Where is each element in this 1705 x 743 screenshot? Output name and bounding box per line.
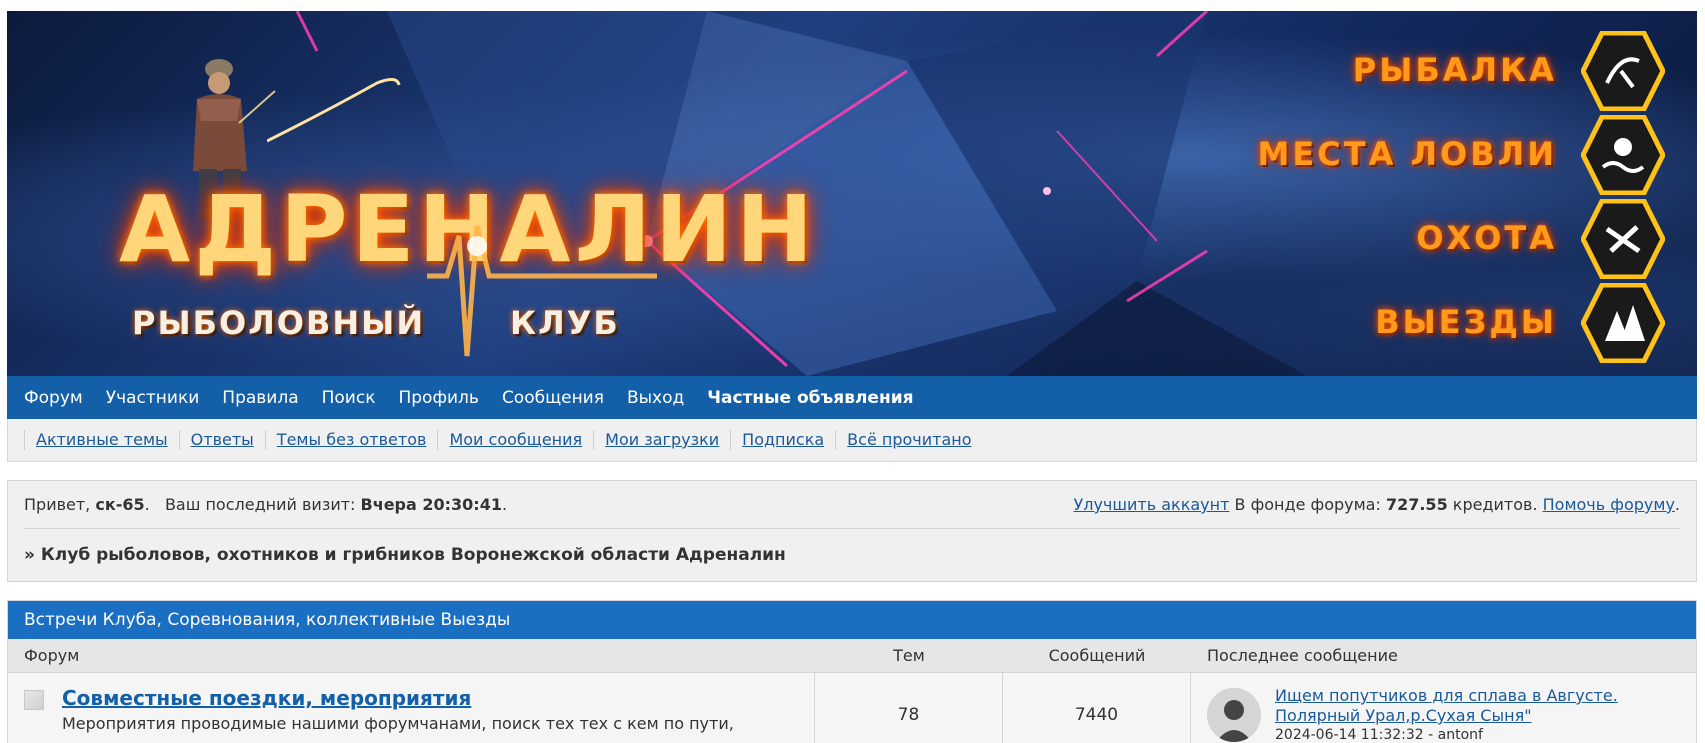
heartbeat-pulse-icon — [427, 225, 657, 357]
nav-private-ads[interactable]: Частные объявления — [707, 388, 913, 408]
last-post-cell: Ищем попутчиков для сплава в Августе. По… — [1191, 673, 1696, 743]
fund-amount: 727.55 — [1385, 495, 1448, 514]
banner-nav: РЫБАЛКА МЕСТА ЛОВЛИ ОХОТА ВЫЕЗДЫ — [1235, 29, 1675, 365]
welcome-box: Привет, ск-65. Ваш последний визит: Вчер… — [7, 480, 1697, 582]
forum-category: Встречи Клуба, Соревнования, коллективны… — [7, 600, 1697, 743]
subnav-my-posts[interactable]: Мои сообщения — [437, 430, 593, 450]
col-forum: Форум — [24, 646, 80, 665]
nav-messages[interactable]: Сообщения — [502, 388, 604, 408]
nav-search[interactable]: Поиск — [322, 388, 376, 408]
banner-nav-trips[interactable]: ВЫЕЗДЫ — [1235, 281, 1675, 365]
banner-nav-label: ОХОТА — [1416, 219, 1557, 257]
nav-logout[interactable]: Выход — [627, 388, 684, 408]
nav-rules[interactable]: Правила — [222, 388, 298, 408]
avatar[interactable] — [1207, 688, 1261, 742]
logo-subtitle-right: КЛУБ — [510, 304, 620, 342]
subnav-replies[interactable]: Ответы — [178, 430, 265, 450]
subnav-mark-all-read[interactable]: Всё прочитано — [835, 430, 982, 450]
fund-label: В фонде форума: — [1229, 495, 1386, 514]
subnav-unanswered[interactable]: Темы без ответов — [264, 430, 438, 450]
username: ск-65 — [95, 495, 145, 514]
logo-subtitle-left: РЫБОЛОВНЫЙ — [132, 304, 426, 342]
last-post-meta: 2024-06-14 11:32:32 - antonf — [1275, 727, 1483, 743]
sub-nav: Активные темы Ответы Темы без ответов Мо… — [7, 419, 1697, 462]
subnav-active-topics[interactable]: Активные темы — [24, 430, 179, 450]
greeting-text: Привет, — [24, 495, 96, 514]
breadcrumb[interactable]: » Клуб рыболовов, охотников и грибников … — [24, 529, 1680, 581]
user-avatar-icon — [1207, 688, 1261, 742]
fund-line: Улучшить аккаунт В фонде форума: 727.55 … — [1073, 495, 1680, 514]
banner-nav-label: МЕСТА ЛОВЛИ — [1257, 135, 1557, 173]
forum-status-icon — [24, 690, 44, 710]
upgrade-account-link[interactable]: Улучшить аккаунт — [1073, 495, 1229, 514]
col-last-post: Последнее сообщение — [1207, 646, 1398, 665]
header-banner[interactable]: АДРЕНАЛИН РЫБОЛОВНЫЙ КЛУБ РЫБАЛКА МЕСТА … — [7, 11, 1697, 376]
subnav-subscriptions[interactable]: Подписка — [730, 430, 835, 450]
main-nav: Форум Участники Правила Поиск Профиль Со… — [7, 376, 1697, 419]
period: . — [1674, 495, 1680, 514]
last-post-link-line2[interactable]: Полярный Урал,р.Сухая Сыня" — [1275, 706, 1696, 726]
forum-title-link[interactable]: Совместные поездки, мероприятия — [62, 686, 814, 710]
table-row: Совместные поездки, мероприятия Мероприя… — [8, 673, 1696, 743]
col-topics: Тем — [893, 646, 925, 665]
hunting-icon — [1581, 199, 1665, 279]
fishing-rod — [267, 78, 401, 143]
nav-members[interactable]: Участники — [106, 388, 200, 408]
subnav-my-uploads[interactable]: Мои загрузки — [593, 430, 730, 450]
nav-profile[interactable]: Профиль — [398, 388, 478, 408]
posts-count: 7440 — [1003, 673, 1191, 743]
trips-icon — [1581, 283, 1665, 363]
credits-label: кредитов. — [1447, 495, 1543, 514]
category-title[interactable]: Встречи Клуба, Соревнования, коллективны… — [8, 601, 1696, 639]
last-visit-label: . Ваш последний визит: — [144, 495, 361, 514]
forum-description: Мероприятия проводимые нашими форумчанам… — [62, 714, 734, 733]
banner-nav-label: ВЫЕЗДЫ — [1375, 303, 1557, 341]
banner-nav-label: РЫБАЛКА — [1352, 51, 1557, 89]
last-visit-value: Вчера 20:30:41 — [360, 495, 502, 514]
greeting-line: Привет, ск-65. Ваш последний визит: Вчер… — [24, 495, 507, 514]
forum-cell: Совместные поездки, мероприятия Мероприя… — [8, 673, 815, 743]
welcome-status: Привет, ск-65. Ваш последний визит: Вчер… — [24, 481, 1680, 529]
banner-nav-fishing[interactable]: РЫБАЛКА — [1235, 29, 1675, 113]
topics-count: 78 — [815, 673, 1003, 743]
help-forum-link[interactable]: Помочь форуму — [1543, 495, 1675, 514]
banner-nav-hunting[interactable]: ОХОТА — [1235, 197, 1675, 281]
fish-spot-icon — [1581, 115, 1665, 195]
nav-forum[interactable]: Форум — [24, 388, 83, 408]
banner-nav-places[interactable]: МЕСТА ЛОВЛИ — [1235, 113, 1675, 197]
fishing-icon — [1581, 31, 1665, 111]
col-posts: Сообщений — [1048, 646, 1146, 665]
table-header: Форум Тем Сообщений Последнее сообщение — [8, 639, 1696, 673]
period: . — [501, 495, 508, 514]
last-post-link-line1[interactable]: Ищем попутчиков для сплава в Августе. — [1275, 686, 1696, 706]
